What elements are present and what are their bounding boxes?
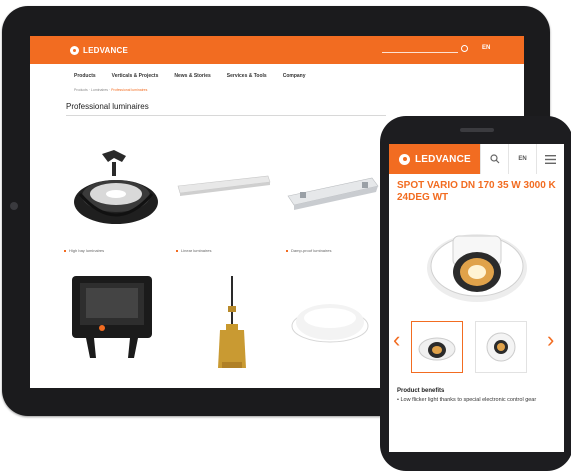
pendant-luminaire-icon[interactable] [218,276,246,368]
benefit-text: Low flicker light thanks to special elec… [400,397,537,403]
floodlight-icon[interactable] [72,276,152,358]
phone-logo[interactable]: LEDVANCE [399,153,471,165]
devices-stage: LEDVANCE EN Products Verticals & Project… [0,0,571,471]
benefits-heading: Product benefits [397,388,445,394]
damp-proof-luminaire-icon[interactable] [287,177,379,210]
phone-header: LEDVANCE EN [389,144,564,174]
language-selector[interactable]: EN [508,144,536,174]
product-caption[interactable]: Linear luminaires [176,248,211,253]
search-icon [489,154,499,164]
linear-luminaire-icon[interactable] [177,175,271,196]
spotlight-thumbnail-icon [418,337,456,361]
phone-speaker [460,128,494,132]
hamburger-icon [545,154,556,164]
brand-name: LEDVANCE [415,153,471,165]
benefit-item: • Low flicker light thanks to special el… [397,397,537,403]
thumbnail-carousel: ‹ › [389,321,564,375]
carousel-prev-button[interactable]: ‹ [393,327,400,353]
product-caption[interactable]: Damp-proof luminaires [286,248,331,253]
product-title: SPOT VARIO DN 170 35 W 3000 K 24DEG WT [397,180,556,203]
menu-button[interactable] [536,144,564,174]
search-button[interactable] [480,144,508,174]
phone-device: LEDVANCE EN SPOT VARIO DN 170 35 W 3000 … [380,116,571,471]
spotlight-top-view-icon [486,332,516,362]
downlight-icon[interactable] [291,304,369,343]
thumbnail-2[interactable] [475,321,527,373]
product-caption[interactable]: High bay luminaires [64,248,104,253]
spotlight-product-image [427,234,527,302]
phone-header-buttons: EN [480,144,564,174]
thumbnail-1[interactable] [411,321,463,373]
phone-screen: LEDVANCE EN SPOT VARIO DN 170 35 W 3000 … [389,144,564,452]
high-bay-luminaire-icon[interactable] [74,150,158,224]
ledvance-logo-icon [399,153,410,165]
tablet-camera [10,202,18,210]
carousel-next-button[interactable]: › [547,327,554,353]
